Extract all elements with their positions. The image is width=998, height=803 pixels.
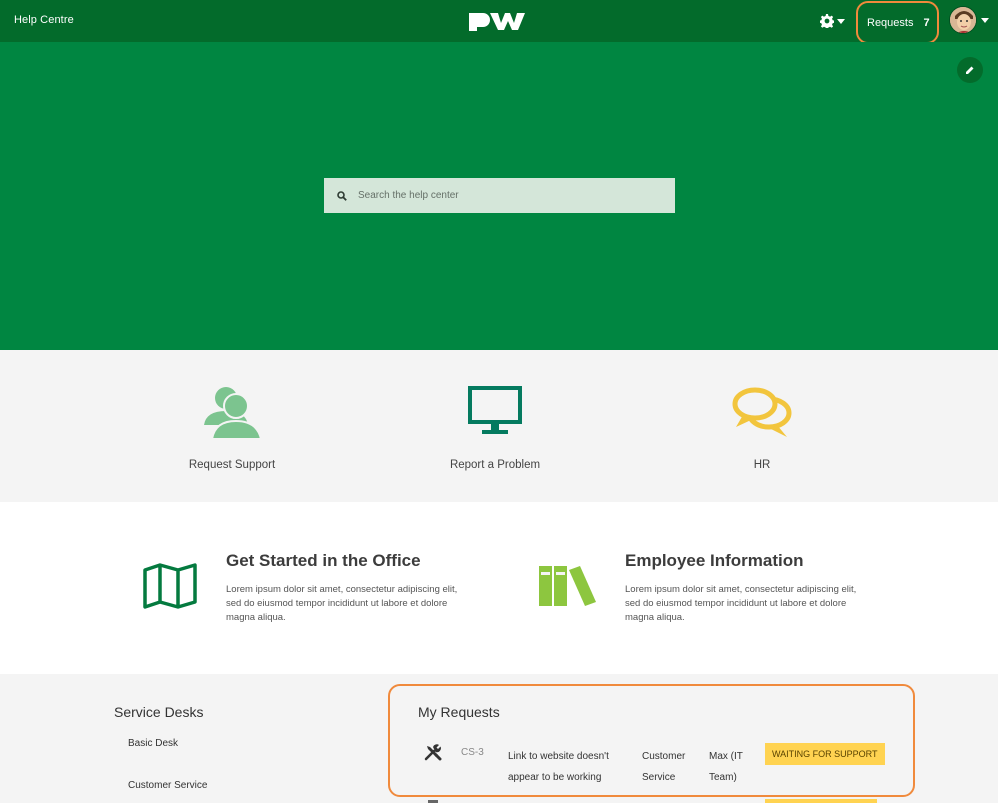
pw-logo-icon[interactable] xyxy=(467,9,531,31)
requests-count-badge: 7 xyxy=(923,16,930,29)
chevron-down-icon xyxy=(837,18,845,24)
gear-icon xyxy=(820,14,834,28)
status-badge: WAITING FOR SUPPORT xyxy=(765,743,885,765)
people-icon xyxy=(132,385,332,440)
help-centre-link[interactable]: Help Centre xyxy=(14,14,74,26)
category-report-a-problem[interactable]: Report a Problem xyxy=(395,350,595,502)
category-request-support[interactable]: Request Support xyxy=(132,350,332,502)
bottom-section: Service Desks Basic Desk Customer Servic… xyxy=(0,674,998,803)
request-service-desk: Customer Service xyxy=(642,751,686,783)
category-label: HR xyxy=(753,459,771,471)
category-row: Request Support Report a Problem HR xyxy=(0,350,998,502)
service-desks-title: Service Desks xyxy=(114,704,204,720)
search-bar xyxy=(324,178,675,213)
next-row-status-peek xyxy=(765,799,877,803)
service-desk-link[interactable]: Basic Desk xyxy=(128,738,178,749)
pencil-icon xyxy=(966,66,974,74)
books-icon xyxy=(539,566,596,606)
topic-get-started[interactable]: Get Started in the Office Lorem ipsum do… xyxy=(0,502,499,674)
requests-label: Requests xyxy=(867,16,914,29)
topic-description: Lorem ipsum dolor sit amet, consectetur … xyxy=(625,584,857,623)
topic-employee-information[interactable]: Employee Information Lorem ipsum dolor s… xyxy=(499,502,998,674)
request-row[interactable]: CS-3 Link to website doesn't appear to b… xyxy=(422,741,892,786)
tools-icon xyxy=(424,744,442,761)
topic-title: Get Started in the Office xyxy=(226,551,421,570)
category-label: Request Support xyxy=(188,459,276,471)
request-summary: Link to website doesn't appear to be wor… xyxy=(508,751,609,783)
search-icon xyxy=(337,190,347,201)
user-menu[interactable] xyxy=(949,6,989,34)
chevron-down-icon xyxy=(981,17,989,23)
topic-description: Lorem ipsum dolor sit amet, consectetur … xyxy=(226,584,458,623)
my-requests-title: My Requests xyxy=(418,704,500,720)
chat-bubbles-icon xyxy=(662,385,862,440)
topics-section: Get Started in the Office Lorem ipsum do… xyxy=(0,502,998,674)
topic-title: Employee Information xyxy=(625,551,804,570)
requests-button[interactable]: Requests 7 xyxy=(856,1,939,44)
request-key: CS-3 xyxy=(461,747,484,758)
top-nav-bar: Help Centre Requests 7 xyxy=(0,0,998,44)
service-desk-link[interactable]: Customer Service xyxy=(128,780,207,791)
monitor-icon xyxy=(395,385,595,440)
avatar xyxy=(949,6,977,34)
request-assignee: Max (IT Team) xyxy=(709,751,743,783)
category-label: Report a Problem xyxy=(449,459,541,471)
category-hr[interactable]: HR xyxy=(662,350,862,502)
edit-button[interactable] xyxy=(957,57,983,83)
search-input[interactable] xyxy=(358,190,658,201)
map-icon xyxy=(143,563,197,609)
settings-menu[interactable] xyxy=(820,11,845,31)
